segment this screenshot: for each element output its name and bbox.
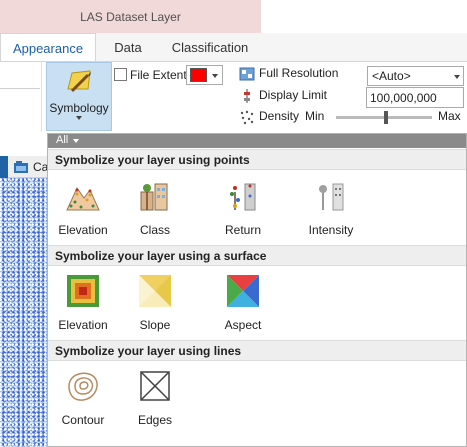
elevation-points-icon bbox=[66, 186, 100, 211]
map-tab[interactable]: Ca bbox=[0, 156, 48, 178]
return-icon bbox=[230, 183, 256, 211]
file-extent-color-swatch bbox=[190, 68, 207, 82]
file-extent-checkbox[interactable] bbox=[114, 68, 127, 81]
density-label: Density bbox=[259, 109, 300, 123]
gallery-item-label: Contour bbox=[61, 413, 105, 427]
full-resolution-label[interactable]: Full Resolution bbox=[259, 66, 338, 80]
gallery-item-slope[interactable]: Slope bbox=[120, 273, 190, 347]
file-extent-label: File Extent bbox=[130, 68, 187, 82]
symbology-label: Symbology bbox=[49, 101, 109, 115]
map-tab-accent bbox=[0, 156, 8, 178]
file-extent-color-picker[interactable] bbox=[186, 65, 223, 85]
section-header-surface: Symbolize your layer using a surface bbox=[48, 245, 466, 266]
contour-icon bbox=[68, 372, 98, 401]
class-icon bbox=[140, 183, 168, 211]
gallery-item-label: Aspect bbox=[224, 318, 262, 332]
gallery-item-label: Return bbox=[224, 223, 262, 237]
density-min-label: Min bbox=[305, 109, 325, 123]
gallery-filter[interactable]: All bbox=[48, 134, 466, 148]
ribbon-divider bbox=[0, 88, 40, 89]
edges-icon bbox=[140, 371, 170, 401]
tab-data[interactable]: Data bbox=[100, 33, 156, 62]
intensity-icon bbox=[319, 183, 344, 211]
resolution-value: <Auto> bbox=[372, 69, 411, 83]
slope-icon bbox=[139, 275, 171, 307]
gallery-item-label: Elevation bbox=[58, 318, 108, 332]
title-bar-blank bbox=[261, 0, 467, 33]
density-max-label: Max bbox=[438, 109, 461, 123]
gallery-item-return[interactable]: Return bbox=[208, 178, 278, 252]
chevron-down-icon bbox=[454, 75, 460, 79]
point-cloud-map-view[interactable] bbox=[0, 178, 47, 447]
section-header-points: Symbolize your layer using points bbox=[48, 149, 466, 170]
gallery-item-label: Elevation bbox=[58, 223, 108, 237]
display-limit-label: Display Limit bbox=[259, 88, 328, 102]
elevation-surface-icon bbox=[67, 275, 99, 307]
tab-classification[interactable]: Classification bbox=[162, 33, 258, 62]
tab-appearance[interactable]: Appearance bbox=[0, 33, 96, 62]
gallery-item-contour[interactable]: Contour bbox=[48, 368, 118, 442]
symbology-gallery: All Symbolize your layer using points El… bbox=[47, 133, 467, 447]
symbology-icon bbox=[67, 70, 91, 93]
gallery-item-elevation-surface[interactable]: Elevation bbox=[48, 273, 118, 347]
symbology-dropdown-caret bbox=[76, 116, 82, 120]
gallery-item-label: Edges bbox=[137, 413, 173, 427]
gallery-item-aspect[interactable]: Aspect bbox=[208, 273, 278, 347]
gallery-item-label: Class bbox=[139, 223, 170, 237]
density-slider-thumb[interactable] bbox=[383, 111, 388, 124]
gallery-item-edges[interactable]: Edges bbox=[120, 368, 190, 442]
symbology-button[interactable]: Symbology bbox=[46, 62, 112, 131]
resolution-combobox[interactable]: <Auto> bbox=[367, 66, 464, 86]
ribbon-group-separator bbox=[41, 62, 42, 132]
density-icon bbox=[240, 110, 254, 125]
display-limit-icon bbox=[244, 89, 250, 103]
gallery-item-intensity[interactable]: Intensity bbox=[296, 178, 366, 252]
full-resolution-icon bbox=[239, 67, 255, 81]
section-header-lines: Symbolize your layer using lines bbox=[48, 340, 466, 361]
aspect-icon bbox=[227, 275, 259, 307]
title-bar: LAS Dataset Layer bbox=[0, 0, 261, 33]
chevron-down-icon bbox=[73, 139, 79, 143]
catalog-icon bbox=[14, 161, 28, 173]
gallery-item-label: Slope bbox=[139, 318, 171, 332]
chevron-down-icon bbox=[212, 74, 218, 78]
gallery-item-label: Intensity bbox=[308, 223, 354, 237]
display-limit-input[interactable]: 100,000,000 bbox=[366, 87, 464, 108]
window-title: LAS Dataset Layer bbox=[80, 10, 181, 24]
gallery-filter-label: All bbox=[56, 134, 69, 146]
gallery-item-elevation-points[interactable]: Elevation bbox=[48, 178, 118, 252]
gallery-item-class[interactable]: Class bbox=[120, 178, 190, 252]
